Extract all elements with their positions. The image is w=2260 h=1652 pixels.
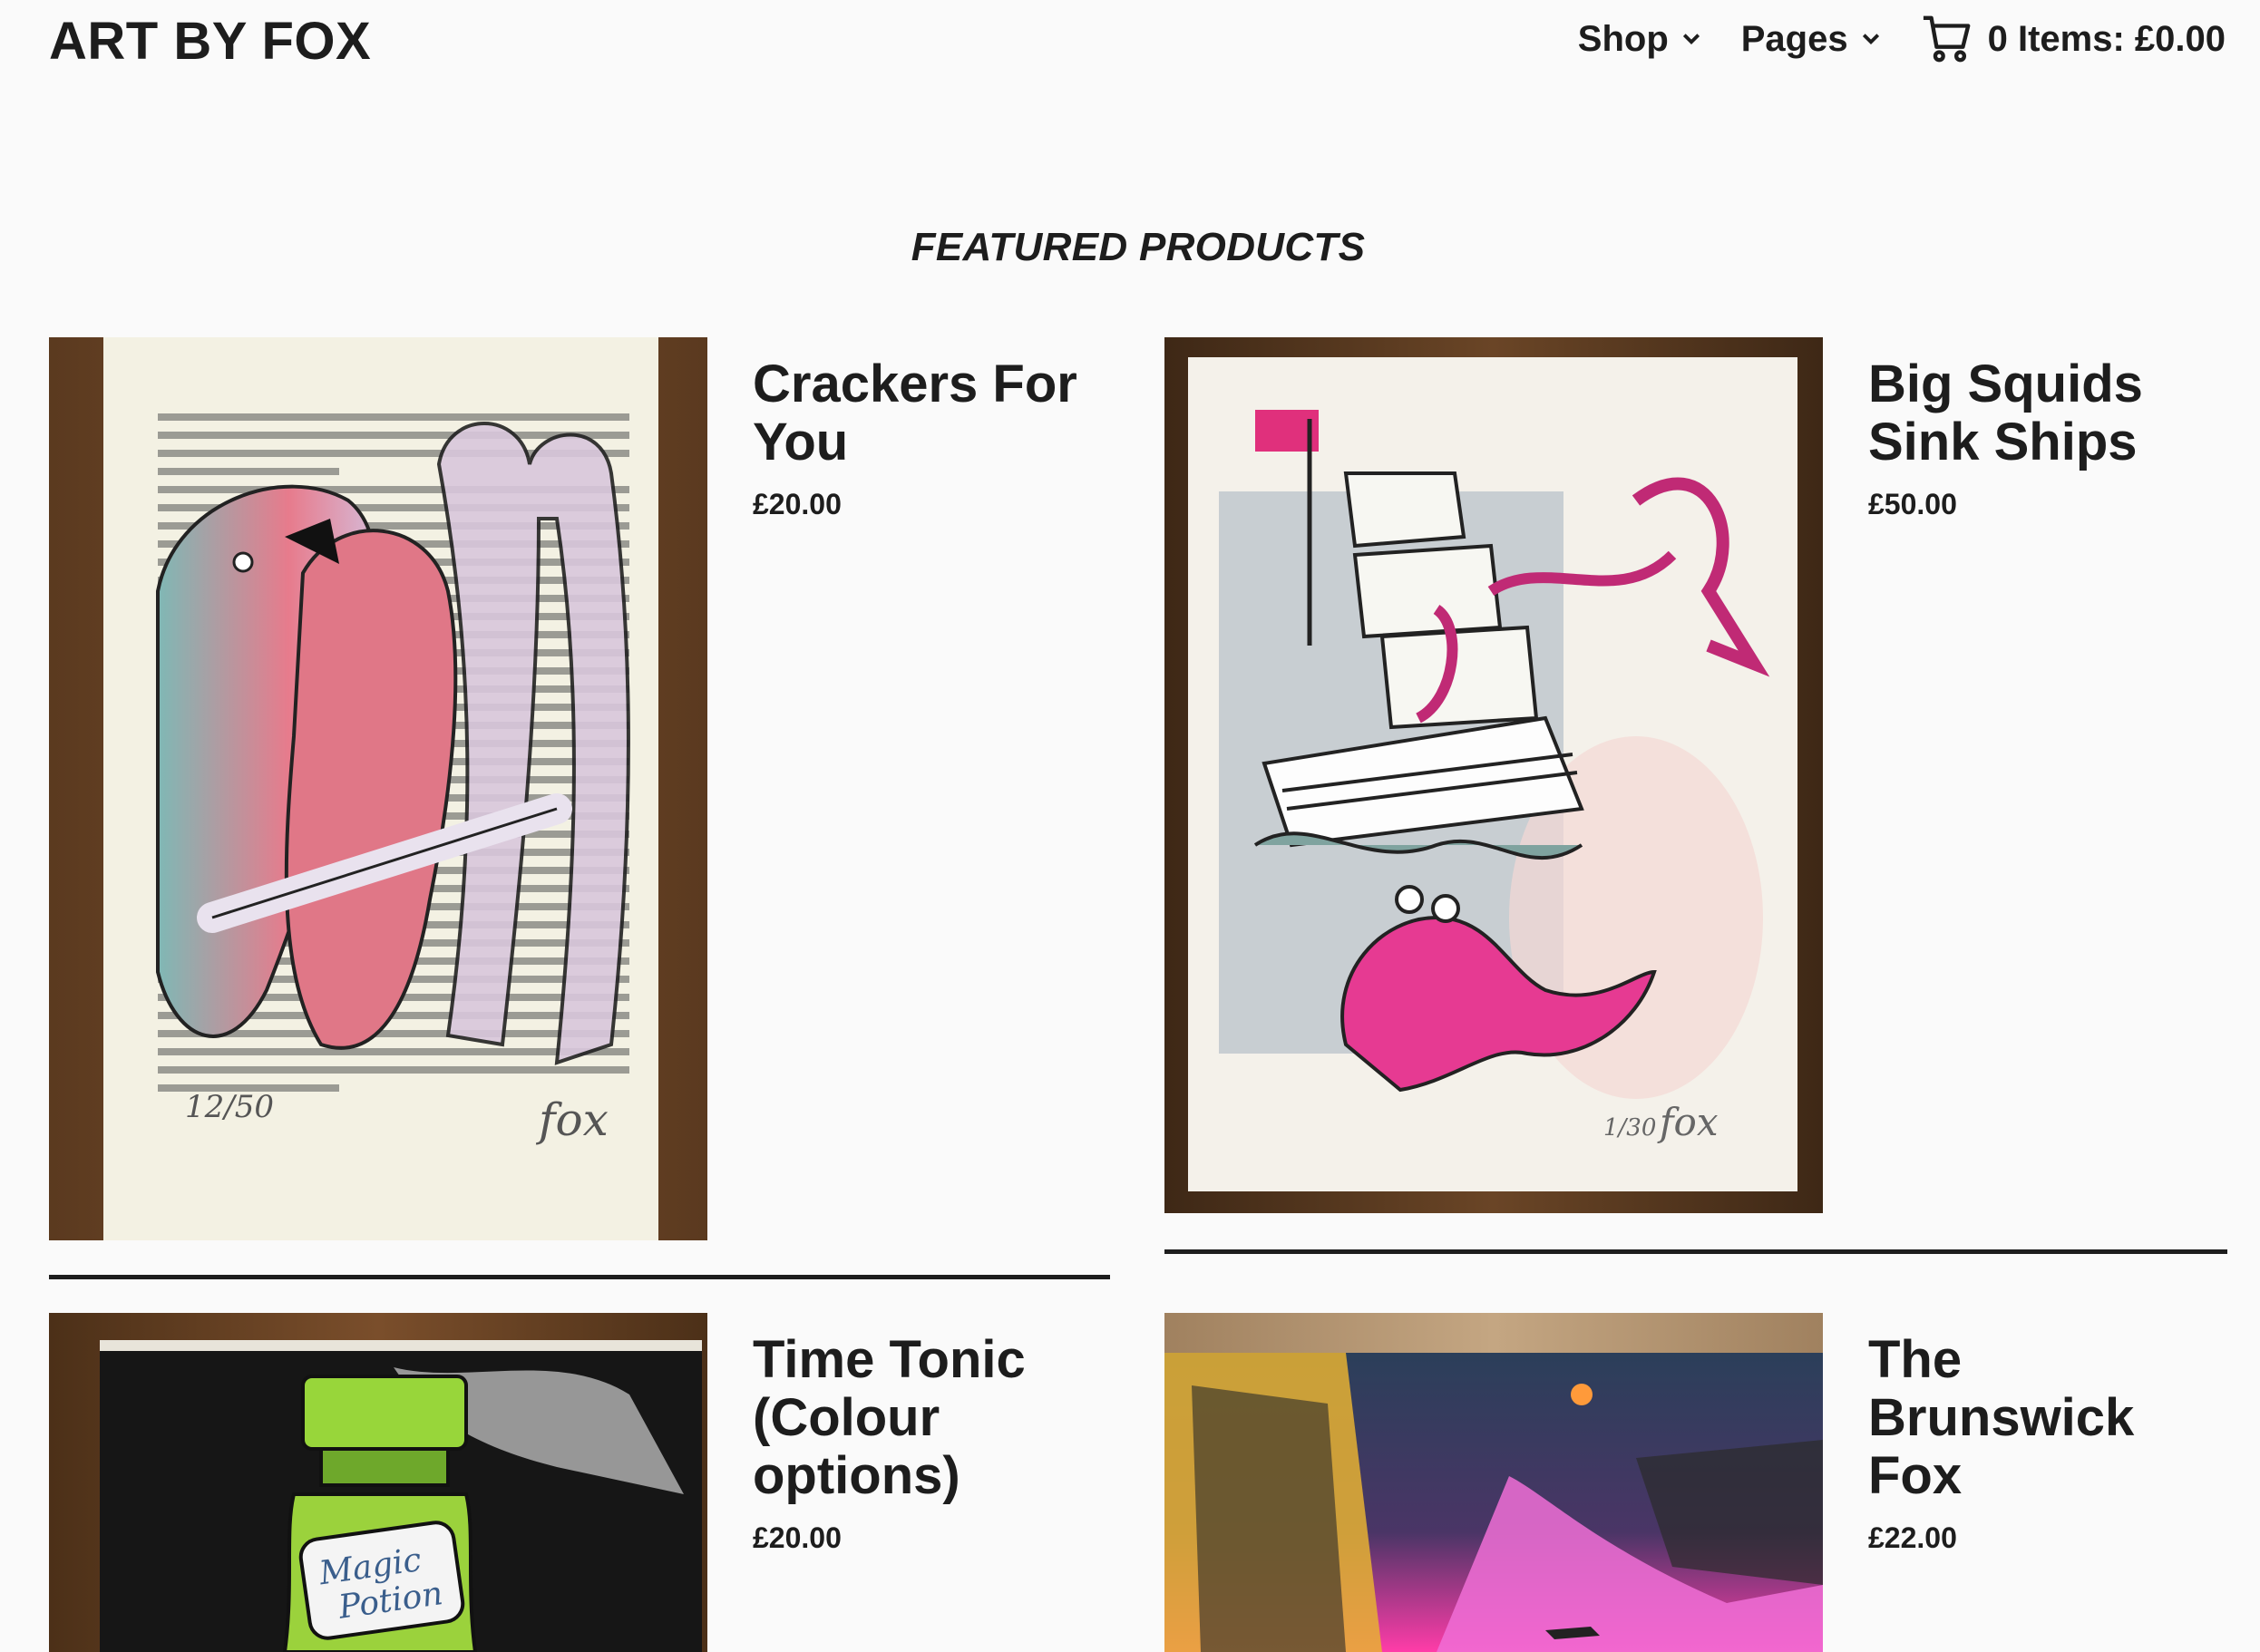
cart-button[interactable]: 0 Items: £0.00 [1921,13,2226,65]
chevron-down-icon [1862,34,1879,45]
squid-edition-number: 1/30 [1603,1114,1656,1142]
product-price: £20.00 [753,1521,842,1554]
product-price: £22.00 [1868,1521,1957,1554]
product-image[interactable]: Magic Potion [49,1313,707,1652]
nav-pages[interactable]: Pages [1741,19,1881,60]
nav-shop[interactable]: Shop [1578,19,1701,60]
product-info: Crackers For You £20.00 [753,355,1134,521]
product-title[interactable]: The Brunswick Fox [1868,1331,2231,1505]
squid-signature: fox [1657,1100,1719,1144]
product-image[interactable] [1164,1313,1823,1652]
product-title[interactable]: Big Squids Sink Ships [1868,355,2231,471]
product-image[interactable]: 1/30 fox [1164,337,1823,1213]
shopping-cart-icon [1923,15,1970,63]
cart-summary: 0 Items: £0.00 [1987,18,2226,59]
chevron-down-icon [1682,34,1700,45]
product-info: The Brunswick Fox £22.00 [1868,1331,2231,1555]
product-info: Big Squids Sink Ships £50.00 [1868,355,2231,521]
main-nav: Shop Pages 0 Items: £0.00 [1578,13,2226,65]
site-logo[interactable]: ART BY FOX [49,9,371,74]
parrot-signature: fox [535,1093,609,1146]
parrot-edition-number: 12/50 [185,1089,274,1125]
product-price: £20.00 [753,488,842,520]
product-image[interactable]: 12/50 fox [49,337,707,1240]
section-title: FEATURED PRODUCTS [911,225,1366,269]
product-divider [49,1275,1110,1279]
nav-shop-label: Shop [1577,18,1669,59]
product-info: Time Tonic (Colour options) £20.00 [753,1331,1134,1555]
product-divider [1164,1249,2227,1254]
product-title[interactable]: Crackers For You [753,355,1134,471]
product-price: £50.00 [1868,488,1957,520]
site-header: ART BY FOX Shop Pages 0 Items: £0.00 [0,0,2260,91]
nav-pages-label: Pages [1740,18,1848,59]
product-title[interactable]: Time Tonic (Colour options) [753,1331,1134,1505]
